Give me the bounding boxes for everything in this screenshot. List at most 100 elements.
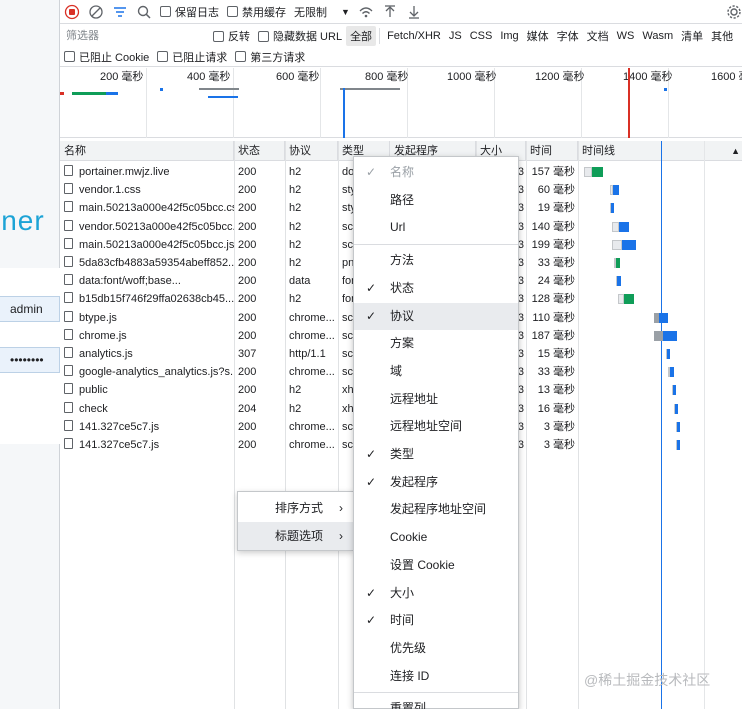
menu-item-label: 时间 bbox=[390, 613, 415, 628]
type-filter-manifest[interactable]: 清单 bbox=[677, 26, 707, 46]
menu-item-15[interactable]: ✓ 大小 bbox=[354, 580, 518, 608]
type-filter-all[interactable]: 全部 bbox=[346, 26, 377, 46]
cell-status: 200 bbox=[238, 184, 257, 197]
type-filter-ws[interactable]: WS bbox=[613, 28, 639, 44]
network-conditions-button[interactable] bbox=[354, 0, 378, 24]
type-filter-wasm[interactable]: Wasm bbox=[638, 28, 677, 44]
menu-item-label: 连接 ID bbox=[390, 668, 430, 683]
request-name: btype.js bbox=[79, 311, 117, 324]
menu-item-19[interactable]: 重置列 bbox=[354, 695, 518, 709]
menu-item-4[interactable]: ✓ 状态 bbox=[354, 275, 518, 303]
request-name: google-analytics_analytics.js?s... bbox=[79, 366, 234, 379]
cell-time: 13 毫秒 bbox=[537, 384, 575, 397]
waterfall-download-bar bbox=[675, 403, 678, 414]
chevron-right-icon: › bbox=[339, 529, 343, 543]
cell-time: 157 毫秒 bbox=[531, 166, 575, 178]
checkmark-icon: ✓ bbox=[366, 308, 377, 323]
menu-item-0: ✓ 名称 bbox=[354, 159, 518, 187]
request-name: check bbox=[79, 402, 108, 415]
menu-item-18[interactable]: 连接 ID bbox=[354, 663, 518, 691]
waterfall-header-label: 时间线 bbox=[582, 145, 615, 157]
checkbox-icon bbox=[227, 6, 238, 17]
type-filter-doc[interactable]: 文档 bbox=[583, 26, 613, 46]
export-har-button[interactable] bbox=[402, 0, 426, 24]
menu-item-5[interactable]: ✓ 协议 bbox=[354, 302, 518, 331]
cell-time: 110 毫秒 bbox=[532, 311, 575, 324]
request-name: 141.327ce5c7.js bbox=[79, 439, 160, 451]
column-header-status[interactable]: 状态 bbox=[234, 141, 285, 161]
cell-time: 3 毫秒 bbox=[543, 439, 575, 451]
search-icon bbox=[137, 5, 151, 19]
menu-item-13[interactable]: Cookie bbox=[354, 524, 518, 552]
menu-item-8[interactable]: 远程地址 bbox=[354, 386, 518, 414]
type-filter-fetch-xhr[interactable]: Fetch/XHR bbox=[383, 28, 445, 44]
menu-item-label: Url bbox=[390, 220, 406, 235]
column-header-protocol[interactable]: 协议 bbox=[285, 141, 338, 161]
password-field[interactable]: •••••••• bbox=[0, 347, 60, 373]
cell-name: chrome.js bbox=[60, 327, 234, 345]
column-header-time[interactable]: 时间 bbox=[526, 141, 578, 161]
login-form: admin •••••••• bbox=[0, 268, 60, 444]
menu-item-14[interactable]: 设置 Cookie bbox=[354, 552, 518, 580]
cell-name: vendor.50213a000e42f5c05bcc... bbox=[60, 218, 234, 236]
menu-item-12[interactable]: 发起程序地址空间 bbox=[354, 496, 518, 524]
checkmark-icon: ✓ bbox=[366, 585, 377, 600]
menu-item-label: 发起程序 bbox=[390, 474, 439, 489]
web-page: iner admin •••••••• bbox=[0, 0, 60, 709]
disable-cache-checkbox[interactable]: 禁用缓存 bbox=[223, 0, 290, 24]
cell-protocol: http/1.1 bbox=[289, 348, 326, 360]
menu-item-7[interactable]: 域 bbox=[354, 358, 518, 386]
menu-item-17[interactable]: 优先级 bbox=[354, 635, 518, 663]
waterfall-download-bar bbox=[621, 239, 636, 250]
column-header-waterfall[interactable]: 时间线 ▲ bbox=[578, 141, 742, 161]
overview-activity bbox=[72, 92, 106, 95]
file-icon bbox=[64, 383, 73, 395]
search-button[interactable] bbox=[132, 0, 156, 24]
overview-timeline[interactable]: 200 毫秒 400 毫秒 600 毫秒 800 毫秒 1000 毫秒 1200… bbox=[60, 68, 742, 138]
type-filter-img[interactable]: Img bbox=[496, 28, 522, 44]
menu-item-label: 大小 bbox=[390, 585, 415, 600]
filter-toggle-button[interactable] bbox=[108, 0, 132, 24]
type-filter-media[interactable]: 媒体 bbox=[523, 26, 553, 46]
type-filter-font[interactable]: 字体 bbox=[553, 26, 583, 46]
clear-button[interactable] bbox=[84, 0, 108, 24]
column-header-name[interactable]: 名称 bbox=[60, 141, 234, 161]
menu-item-3[interactable]: 方法 bbox=[354, 247, 518, 275]
grid-line bbox=[146, 68, 147, 138]
menu-item-9[interactable]: 远程地址空间 bbox=[354, 413, 518, 441]
blocked-requests-checkbox[interactable]: 已阻止请求 bbox=[153, 45, 231, 69]
type-filter-other[interactable]: 其他 bbox=[707, 26, 737, 46]
preserve-log-checkbox[interactable]: 保留日志 bbox=[156, 0, 223, 24]
third-party-checkbox[interactable]: 第三方请求 bbox=[231, 45, 309, 69]
cell-name: 5da83cfb4883a59354abeff852... bbox=[60, 254, 234, 272]
menu-item-10[interactable]: ✓ 类型 bbox=[354, 441, 518, 469]
checkmark-icon: ✓ bbox=[366, 165, 377, 179]
username-field[interactable]: admin bbox=[0, 296, 60, 322]
import-har-button[interactable] bbox=[378, 0, 402, 24]
menu-item-2[interactable]: Url bbox=[354, 214, 518, 242]
third-party-label: 第三方请求 bbox=[250, 51, 306, 64]
cell-status: 200 bbox=[238, 384, 257, 397]
network-toolbar: 保留日志 禁用缓存 无限制 ▼ bbox=[60, 0, 742, 24]
file-icon bbox=[64, 347, 73, 358]
menu-item-6[interactable]: 方案 bbox=[354, 330, 518, 358]
type-filter-css[interactable]: CSS bbox=[466, 28, 497, 44]
menu-item-1[interactable]: 路径 bbox=[354, 187, 518, 215]
checkmark-icon: ✓ bbox=[366, 474, 377, 489]
waterfall-download-bar bbox=[611, 203, 615, 214]
throttle-select[interactable]: 无限制 ▼ bbox=[290, 0, 354, 24]
record-button[interactable] bbox=[60, 0, 84, 24]
menu-item-11[interactable]: ✓ 发起程序 bbox=[354, 469, 518, 497]
menu-item-header-options[interactable]: 标题选项 › bbox=[238, 522, 353, 550]
blocked-cookies-checkbox[interactable]: 已阻止 Cookie bbox=[60, 45, 153, 69]
cell-name: google-analytics_analytics.js?s... bbox=[60, 363, 234, 381]
menu-item-sort-by[interactable]: 排序方式 › bbox=[238, 494, 353, 522]
request-name: b15db15f746f29ffa02638cb45... bbox=[79, 293, 234, 306]
menu-item-16[interactable]: ✓ 时间 bbox=[354, 607, 518, 635]
network-settings-button[interactable] bbox=[722, 0, 742, 24]
waterfall-download-bar bbox=[663, 330, 677, 341]
cell-name: main.50213a000e42f5c05bcc.js bbox=[60, 236, 234, 254]
type-filter-js[interactable]: JS bbox=[445, 28, 466, 44]
filter-input[interactable]: 筛选器 bbox=[64, 26, 209, 46]
gear-icon bbox=[727, 4, 741, 19]
